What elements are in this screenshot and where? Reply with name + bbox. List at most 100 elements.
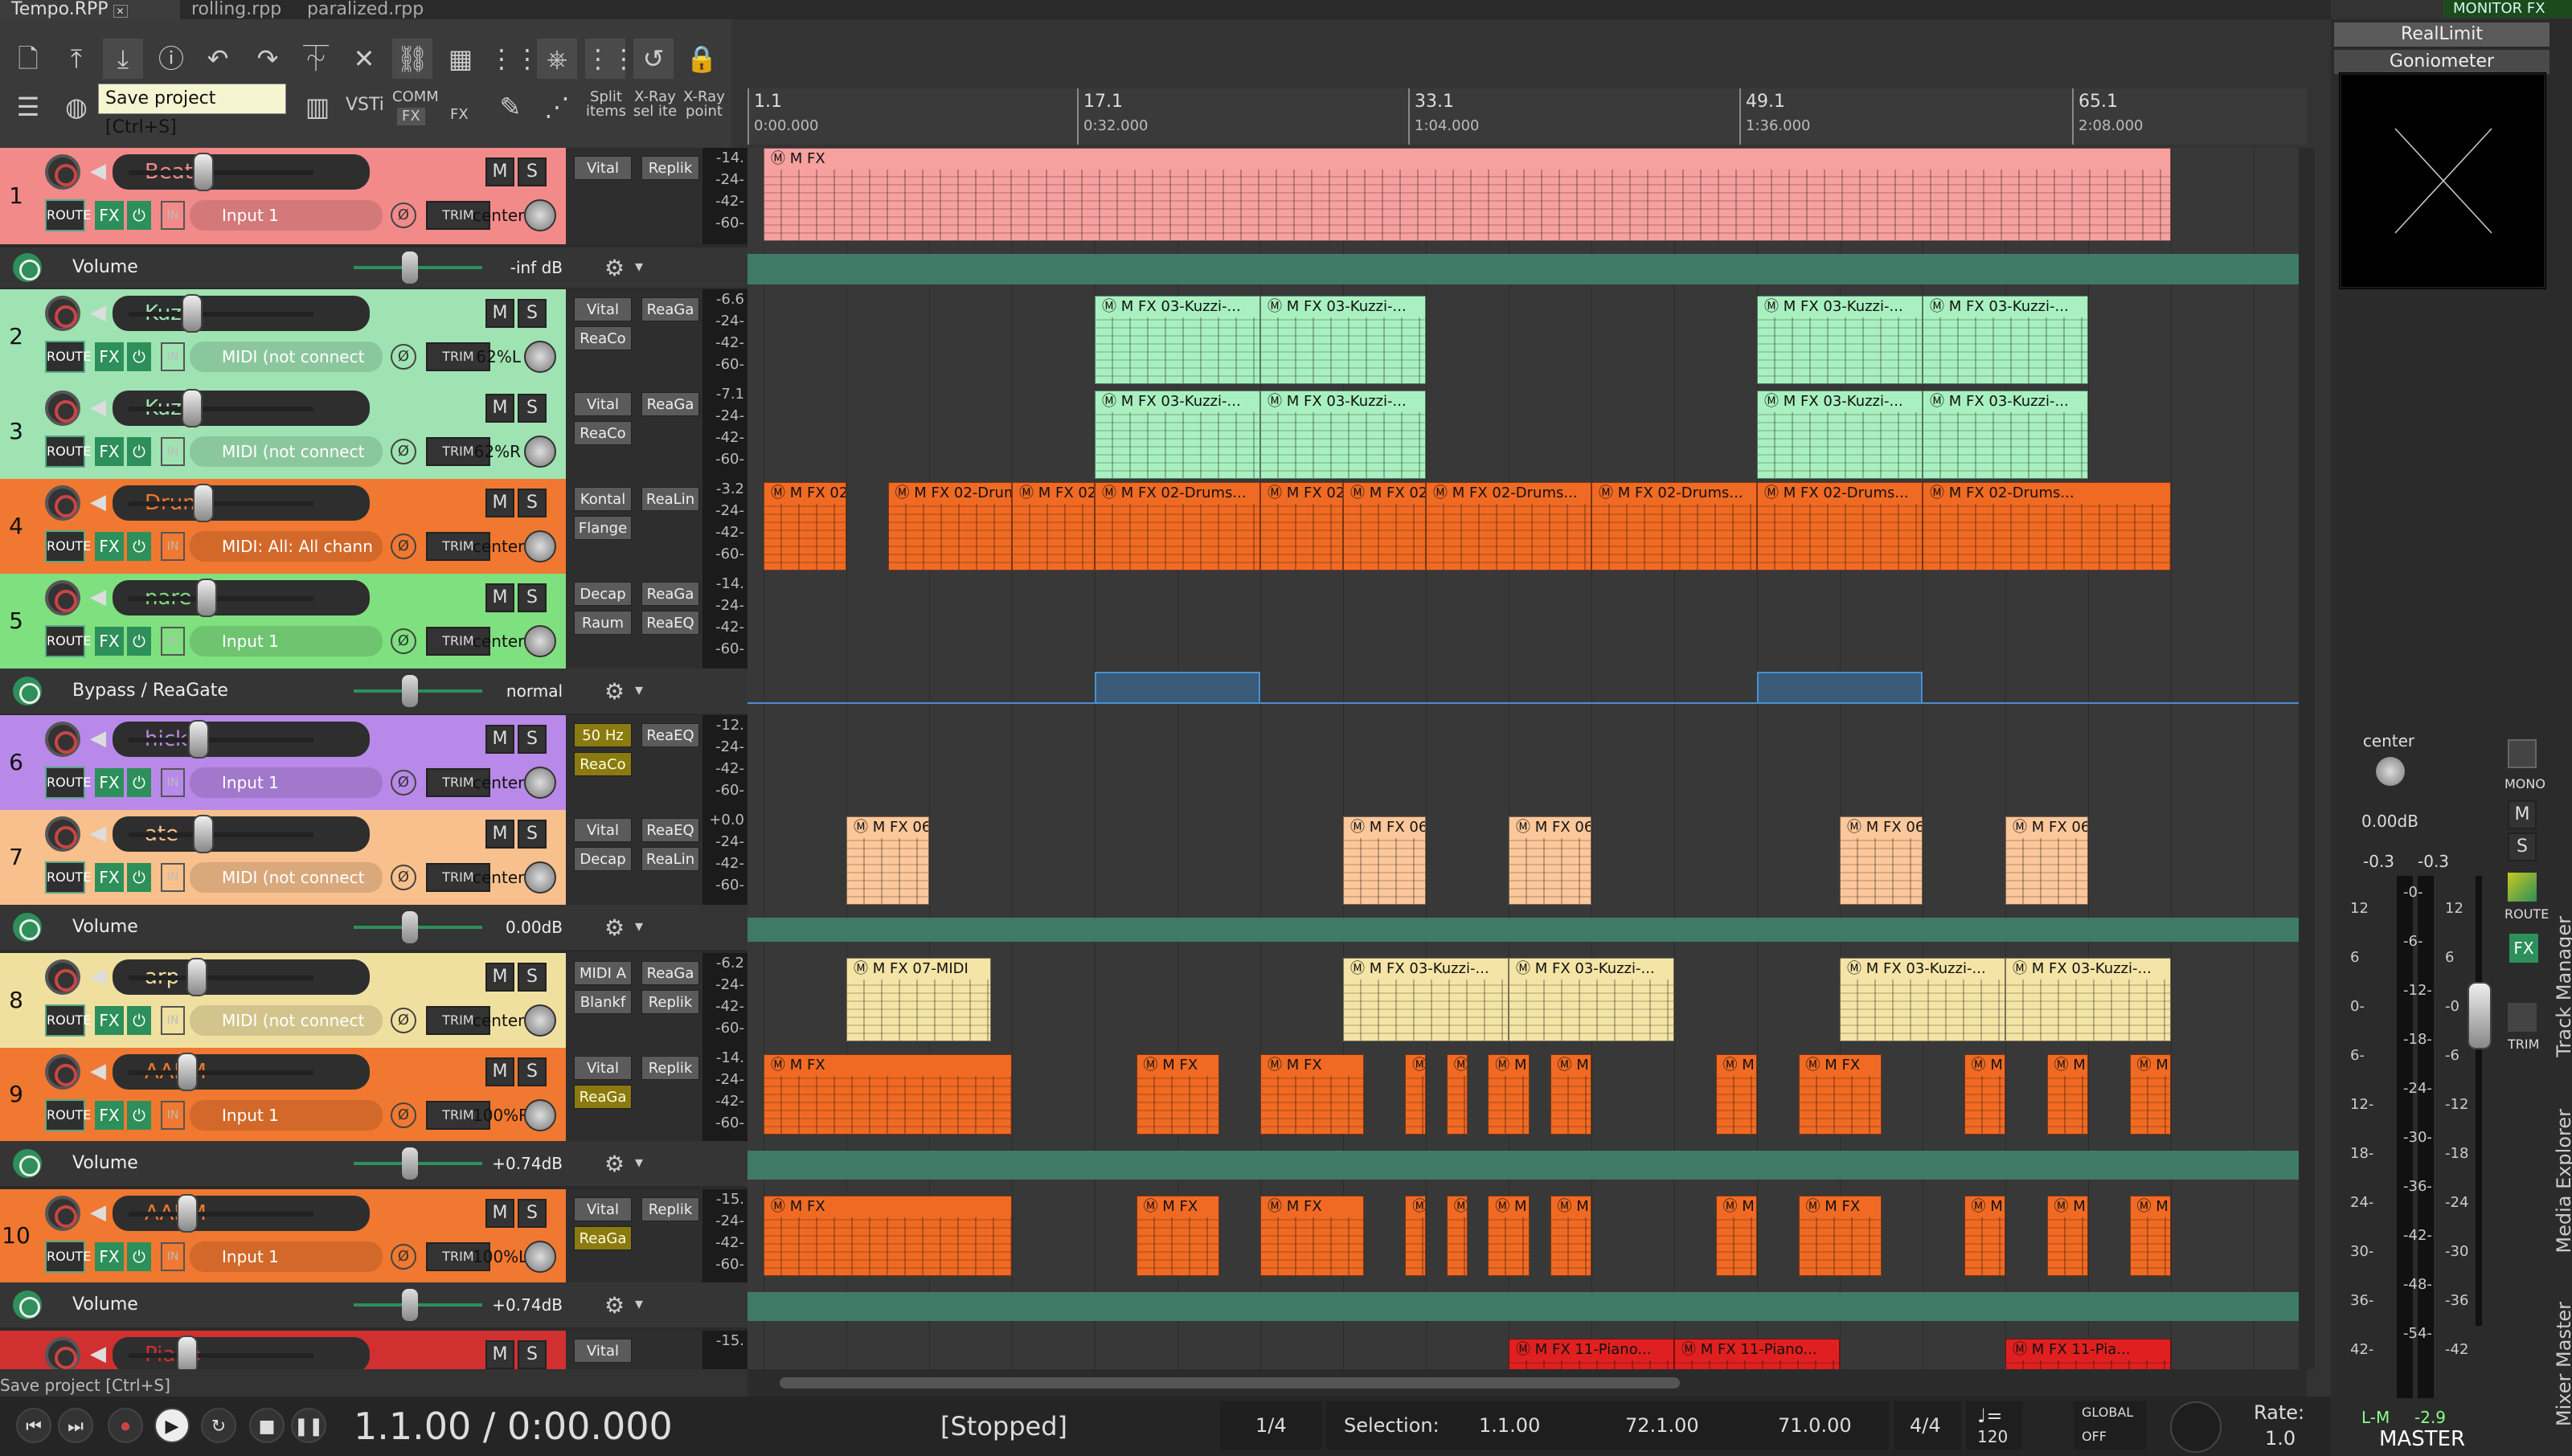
fx-button[interactable]: FX bbox=[95, 1006, 124, 1035]
ripple-link-icon[interactable]: ⛓ bbox=[392, 39, 432, 79]
route-button[interactable]: ROUTE bbox=[45, 625, 91, 657]
envelope-fader[interactable] bbox=[402, 1289, 418, 1321]
marquee-icon[interactable]: ▦ bbox=[440, 39, 481, 79]
media-item[interactable]: Ⓜ M FX 02-Drums... bbox=[1260, 482, 1343, 571]
fx-slot[interactable]: ReaGa bbox=[641, 297, 699, 321]
project-info-icon[interactable]: ⓘ bbox=[151, 39, 191, 79]
mute-button[interactable]: M bbox=[485, 963, 514, 992]
volume-slider-track[interactable] bbox=[129, 407, 313, 411]
pan-knob[interactable] bbox=[524, 861, 556, 894]
phase-icon[interactable]: Ø bbox=[391, 865, 416, 890]
vertical-scrollbar[interactable] bbox=[2299, 148, 2315, 1369]
lock-icon[interactable]: 🔒 bbox=[682, 39, 722, 79]
input-select[interactable]: MIDI: All: All chann bbox=[190, 531, 383, 562]
chevron-down-icon[interactable]: ▾ bbox=[635, 916, 643, 935]
input-monitor-icon[interactable]: IN bbox=[161, 437, 185, 466]
volume-fader[interactable] bbox=[186, 958, 207, 996]
media-item[interactable]: Ⓜ M FX bbox=[1405, 1054, 1426, 1135]
phase-icon[interactable]: Ø bbox=[391, 770, 416, 795]
undo-icon[interactable]: ↶ bbox=[198, 39, 238, 79]
track-row[interactable]: 2◀KuzziMSROUTEFX⏻INMIDI (not connectØTRI… bbox=[0, 289, 747, 384]
media-item[interactable]: Ⓜ M FX 02-Drums... bbox=[1923, 482, 2171, 571]
bypass-envelope-line[interactable] bbox=[747, 702, 2307, 704]
pan-knob[interactable] bbox=[524, 436, 556, 468]
solo-button[interactable]: S bbox=[518, 1340, 547, 1369]
phase-icon[interactable]: Ø bbox=[391, 1244, 416, 1270]
fx-slot[interactable]: ReaCo bbox=[574, 326, 632, 350]
route-button[interactable]: ROUTE bbox=[45, 1004, 91, 1037]
save-project-icon[interactable]: ⤓ bbox=[103, 39, 143, 79]
fx-slot[interactable]: ReaGa bbox=[641, 582, 699, 606]
redo-icon[interactable]: ↷ bbox=[248, 39, 288, 79]
media-item[interactable]: Ⓜ M FX 02-Drums... bbox=[1012, 482, 1095, 571]
track-row[interactable]: 7◀ateMSROUTEFX⏻INMIDI (not connectØTRIMc… bbox=[0, 810, 747, 905]
go-to-start-icon[interactable]: ⏮ bbox=[16, 1408, 51, 1443]
volume-slider-track[interactable] bbox=[129, 832, 313, 837]
solo-button[interactable]: S bbox=[518, 1199, 547, 1228]
gear-icon[interactable]: ⚙ bbox=[604, 914, 625, 941]
volume-slider-track[interactable] bbox=[129, 1212, 313, 1217]
split-items-button[interactable]: Split items bbox=[582, 90, 630, 119]
track-row[interactable]: 5◀nareMSROUTEFX⏻INInput 1ØTRIMcenterDeca… bbox=[0, 574, 747, 669]
record-arm-icon[interactable] bbox=[45, 1054, 80, 1090]
volume-fader[interactable] bbox=[193, 153, 214, 191]
tempo-box[interactable]: ♩= 120 bbox=[1966, 1401, 2022, 1450]
media-item[interactable]: Ⓜ M FX 11-Pia... bbox=[2005, 1339, 2171, 1369]
selection-start[interactable]: 1.1.00 bbox=[1479, 1414, 1540, 1437]
media-item[interactable]: Ⓜ M FX 03-Kuzzi-... bbox=[1923, 296, 2088, 384]
auto-crossfade-icon[interactable]: ✕ bbox=[344, 39, 384, 79]
input-select[interactable]: Input 1 bbox=[190, 1100, 383, 1131]
track-row[interactable]: 9◀AARMMSROUTEFX⏻INInput 1ØTRIM100%RVital… bbox=[0, 1048, 747, 1141]
media-item[interactable]: Ⓜ M FX 02-Drums... bbox=[1591, 482, 1757, 571]
volume-fader-track[interactable] bbox=[2476, 876, 2482, 1326]
fx-bypass-icon[interactable]: ⏻ bbox=[127, 627, 151, 656]
rate-value[interactable]: 1.0 bbox=[2265, 1427, 2296, 1450]
phase-icon[interactable]: Ø bbox=[391, 202, 416, 228]
pan-knob[interactable] bbox=[524, 767, 556, 799]
fx-button[interactable]: FX bbox=[95, 201, 124, 230]
media-item[interactable]: Ⓜ M FX 11-Piano... bbox=[1674, 1339, 1840, 1369]
media-item[interactable]: Ⓜ M FX 03-Kuzzi-... bbox=[1095, 391, 1260, 479]
envelope-points-icon[interactable]: ⋰ bbox=[537, 87, 577, 127]
tab-rolling[interactable]: rolling.rpp bbox=[180, 0, 285, 19]
fx-slot[interactable]: Vital bbox=[574, 156, 632, 180]
media-item[interactable]: Ⓜ M FX bbox=[1488, 1054, 1530, 1135]
bypass-envelope-block[interactable] bbox=[1095, 672, 1260, 704]
fx-slot[interactable]: Replik bbox=[641, 1056, 699, 1080]
media-item[interactable]: Ⓜ M FX 03-Kuzzi-... bbox=[1923, 391, 2088, 479]
envelope-lane-header[interactable]: Volume -inf dB ⚙ ▾ bbox=[0, 247, 747, 288]
media-item[interactable]: Ⓜ M FX bbox=[1136, 1196, 1219, 1276]
route-button[interactable]: ROUTE bbox=[45, 341, 91, 373]
fx-slot[interactable]: ReaGa bbox=[641, 961, 699, 985]
volume-slider-track[interactable] bbox=[129, 975, 313, 980]
master-fx-button[interactable]: FX bbox=[2509, 934, 2538, 963]
fx-bypass-icon[interactable]: ⏻ bbox=[127, 1242, 151, 1271]
volume-fader[interactable] bbox=[182, 294, 203, 333]
fx-slot[interactable]: Kontal bbox=[574, 487, 632, 511]
input-select[interactable]: Input 1 bbox=[190, 626, 383, 656]
mute-button[interactable]: M bbox=[485, 725, 514, 754]
volume-envelope-band[interactable] bbox=[747, 918, 2307, 942]
fx-slot[interactable]: ReaCo bbox=[574, 752, 632, 776]
phase-icon[interactable]: Ø bbox=[391, 439, 416, 464]
media-item[interactable]: Ⓜ M FX 06-MIDI bbox=[2005, 816, 2088, 905]
mute-button[interactable]: M bbox=[485, 299, 514, 328]
media-item[interactable]: Ⓜ M FX bbox=[1488, 1196, 1530, 1276]
media-item[interactable]: Ⓜ M FX bbox=[2046, 1054, 2088, 1135]
input-select[interactable]: MIDI (not connect bbox=[190, 342, 383, 372]
scroll-thumb[interactable] bbox=[780, 1377, 1680, 1389]
fx-slot[interactable]: ReaCo bbox=[574, 421, 632, 445]
track-manager-tab[interactable]: Track Manager bbox=[2553, 916, 2572, 1057]
media-item[interactable]: Ⓜ M FX 02-Drums... bbox=[1757, 482, 1923, 571]
volume-slider-track[interactable] bbox=[129, 312, 313, 317]
solo-button[interactable]: S bbox=[518, 157, 547, 186]
pan-knob[interactable] bbox=[524, 341, 556, 373]
fx-slot[interactable]: ReaEQ bbox=[641, 818, 699, 842]
drum-icon[interactable]: ◍ bbox=[56, 87, 96, 127]
pan-knob[interactable] bbox=[524, 1241, 556, 1273]
input-select[interactable]: MIDI (not connect bbox=[190, 436, 383, 467]
mute-button[interactable]: M bbox=[485, 1199, 514, 1228]
fx-slot[interactable]: ReaLin bbox=[641, 487, 699, 511]
fx-slot[interactable]: Blankf bbox=[574, 990, 632, 1014]
media-item[interactable]: Ⓜ M FX bbox=[2129, 1054, 2171, 1135]
